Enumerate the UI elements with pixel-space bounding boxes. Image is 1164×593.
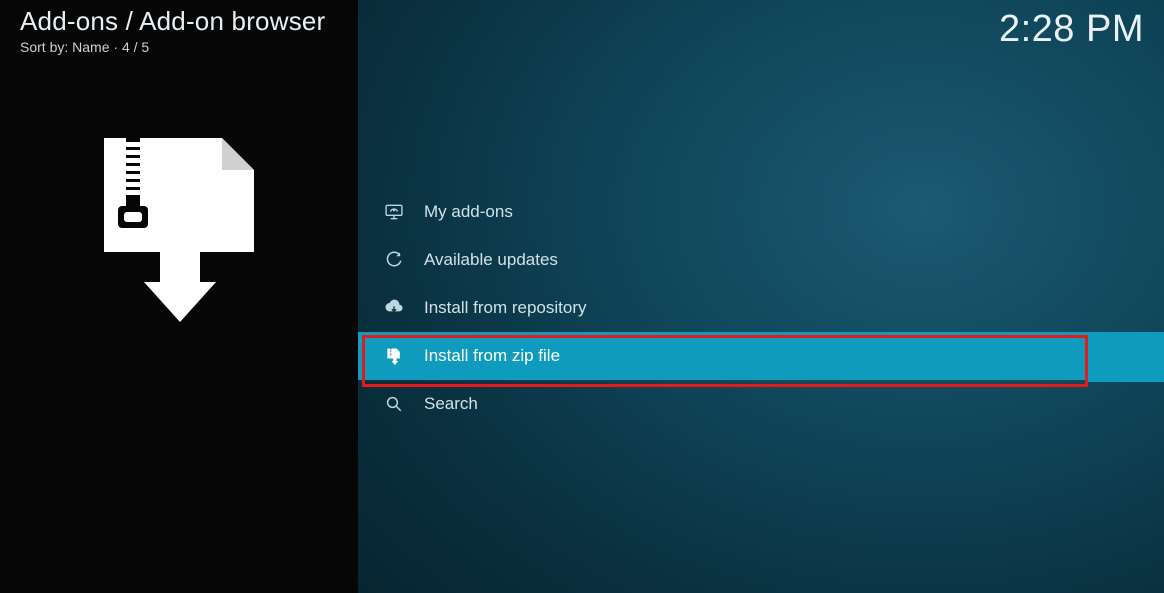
breadcrumb-block: Add-ons / Add-on browser Sort by: Name ·…: [20, 6, 325, 55]
menu-item-label: Install from zip file: [424, 346, 560, 366]
sort-separator: ·: [110, 39, 122, 55]
menu-item-label: Available updates: [424, 250, 558, 270]
cloud-download-icon: [382, 296, 406, 320]
menu-item-my-addons[interactable]: My add-ons: [358, 188, 1164, 236]
menu-item-label: Search: [424, 394, 478, 414]
menu-item-available-updates[interactable]: Available updates: [358, 236, 1164, 284]
zip-download-icon: [382, 344, 406, 368]
header-bar: Add-ons / Add-on browser Sort by: Name ·…: [20, 6, 1144, 52]
refresh-icon: [382, 248, 406, 272]
sort-line: Sort by: Name · 4 / 5: [20, 39, 325, 55]
monitor-icon: [382, 200, 406, 224]
app-root: Add-ons / Add-on browser Sort by: Name ·…: [0, 0, 1164, 593]
sidebar-panel: [0, 0, 358, 593]
sort-value: Name: [72, 39, 109, 55]
sort-prefix: Sort by:: [20, 39, 72, 55]
menu-item-label: Install from repository: [424, 298, 587, 318]
menu-item-install-repository[interactable]: Install from repository: [358, 284, 1164, 332]
menu-list: My add-ons Available updates Install fro…: [358, 188, 1164, 428]
item-counter: 4 / 5: [122, 39, 149, 55]
menu-item-search[interactable]: Search: [358, 380, 1164, 428]
clock: 2:28 PM: [999, 8, 1144, 51]
menu-item-install-zip[interactable]: Install from zip file: [358, 332, 1164, 380]
menu-item-label: My add-ons: [424, 202, 513, 222]
search-icon: [382, 392, 406, 416]
breadcrumb: Add-ons / Add-on browser: [20, 6, 325, 37]
zip-file-download-icon: [94, 132, 264, 322]
